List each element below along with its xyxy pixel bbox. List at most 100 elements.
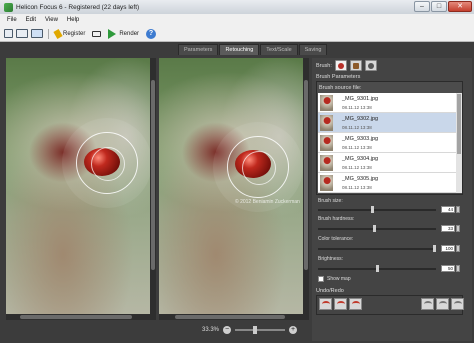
scroll-thumb[interactable] xyxy=(457,94,461,154)
file-item-selected[interactable]: _MG_9302.jpg 08.11.12 13:38 xyxy=(318,113,456,133)
undo-step-button[interactable] xyxy=(334,298,347,310)
zoom-level: 33.3% xyxy=(202,327,220,333)
split-view-icon[interactable] xyxy=(31,29,43,38)
color-tolerance-spinner[interactable] xyxy=(456,245,460,252)
file-list-scrollbar[interactable] xyxy=(456,93,462,193)
file-thumbnail xyxy=(320,175,333,191)
result-vertical-scrollbar[interactable] xyxy=(303,58,309,320)
scroll-thumb[interactable] xyxy=(151,80,155,270)
zoom-out-button[interactable]: − xyxy=(223,326,232,334)
brush-hardness-knob[interactable] xyxy=(373,225,377,232)
file-name: _MG_9301.jpg xyxy=(342,96,379,102)
window-title: Helicon Focus 6 - Registered (22 days le… xyxy=(16,3,140,11)
brush-cursor-right xyxy=(227,136,289,198)
file-item[interactable]: _MG_9303.jpg 08.11.12 13:38 xyxy=(318,133,456,153)
zoom-slider[interactable] xyxy=(235,326,286,334)
brightness-label: Brightness: xyxy=(318,256,344,262)
file-name: _MG_9305.jpg xyxy=(342,176,379,182)
clone-brush-icon xyxy=(337,63,344,69)
register-label: Register xyxy=(63,30,86,37)
brush-size-label: Brush size: xyxy=(318,198,343,204)
paint-brush-button[interactable] xyxy=(349,60,362,71)
register-button[interactable]: Register xyxy=(53,28,86,39)
show-map-checkbox[interactable]: Show map xyxy=(318,276,351,282)
brush-source-title: Brush source file: xyxy=(319,85,362,91)
checkbox-box[interactable] xyxy=(318,276,324,282)
result-image xyxy=(159,58,309,320)
app-icon xyxy=(4,2,13,12)
file-date: 08.11.12 13:38 xyxy=(342,105,372,110)
brush-size-knob[interactable] xyxy=(370,206,374,213)
tab-retouching[interactable]: Retouching xyxy=(219,44,260,55)
file-name: _MG_9303.jpg xyxy=(342,136,379,142)
brush-size-spinner[interactable] xyxy=(456,206,460,213)
color-tolerance-slider[interactable] xyxy=(318,245,436,252)
toolbar: Register Render ? xyxy=(0,26,474,42)
brush-row: Brush: xyxy=(316,60,377,71)
brush-hardness-spinner[interactable] xyxy=(456,225,460,232)
maximize-button[interactable]: □ xyxy=(431,1,447,12)
eraser-brush-button[interactable] xyxy=(364,60,377,71)
file-item[interactable]: _MG_9301.jpg 08.11.12 13:38 xyxy=(318,93,456,113)
zoom-controls: 33.3% − + xyxy=(202,326,298,334)
brush-hardness-input[interactable]: 33 xyxy=(441,225,455,232)
file-thumbnail xyxy=(320,115,333,131)
tab-text-scale[interactable]: Text/Scale xyxy=(260,44,298,55)
brightness-input[interactable]: 50 xyxy=(441,265,455,272)
scroll-thumb[interactable] xyxy=(175,315,285,319)
menu-edit[interactable]: Edit xyxy=(26,17,36,23)
redo-icon xyxy=(424,301,432,307)
menu-help[interactable]: Help xyxy=(67,17,79,23)
open-file-icon[interactable] xyxy=(4,29,13,38)
file-item[interactable]: _MG_9304.jpg 08.11.12 13:38 xyxy=(318,153,456,173)
result-image-viewer[interactable]: © 2012 Beniamin Zuckerman xyxy=(159,58,309,320)
render-button[interactable]: Render xyxy=(108,28,139,39)
redo-button[interactable] xyxy=(421,298,434,310)
brightness-slider[interactable] xyxy=(318,265,436,272)
redo-step-icon xyxy=(439,301,447,307)
zoom-slider-knob[interactable] xyxy=(253,326,258,334)
menu-view[interactable]: View xyxy=(45,17,58,23)
file-date: 08.11.12 13:38 xyxy=(342,145,372,150)
brush-size-slider[interactable] xyxy=(318,206,436,213)
redo-all-button[interactable] xyxy=(451,298,464,310)
scroll-thumb[interactable] xyxy=(20,315,132,319)
layout-icon[interactable] xyxy=(16,29,28,38)
tab-saving[interactable]: Saving xyxy=(298,44,328,55)
color-tolerance-input[interactable]: 100 xyxy=(441,245,455,252)
file-name: _MG_9304.jpg xyxy=(342,156,379,162)
brush-label: Brush: xyxy=(316,62,332,69)
play-icon xyxy=(108,28,117,39)
brush-hardness-slider[interactable] xyxy=(318,225,436,232)
clone-brush-button[interactable] xyxy=(334,60,347,71)
minimize-button[interactable]: – xyxy=(414,1,430,12)
close-button[interactable]: ✕ xyxy=(448,1,472,12)
tab-parameters[interactable]: Parameters xyxy=(178,44,219,55)
source-image-viewer[interactable] xyxy=(6,58,156,320)
brightness-spinner[interactable] xyxy=(456,265,460,272)
brightness-knob[interactable] xyxy=(375,265,379,272)
tools-button[interactable] xyxy=(92,30,102,37)
show-map-label: Show map xyxy=(327,276,351,282)
redo-step-button[interactable] xyxy=(436,298,449,310)
redo-all-icon xyxy=(454,301,462,307)
result-horizontal-scrollbar[interactable] xyxy=(159,314,309,320)
scroll-thumb[interactable] xyxy=(304,80,308,270)
toolbar-separator xyxy=(48,28,49,39)
zoom-in-button[interactable]: + xyxy=(289,326,298,334)
brush-size-input[interactable]: 44 xyxy=(441,206,455,213)
undo-all-icon xyxy=(322,301,330,307)
source-vertical-scrollbar[interactable] xyxy=(150,58,156,320)
file-date: 08.11.12 13:38 xyxy=(342,165,372,170)
help-icon[interactable]: ? xyxy=(146,28,157,39)
eraser-icon xyxy=(367,63,374,69)
undo-button[interactable] xyxy=(349,298,362,310)
file-date: 08.11.12 13:38 xyxy=(342,125,372,130)
source-horizontal-scrollbar[interactable] xyxy=(6,314,156,320)
color-tolerance-knob[interactable] xyxy=(433,245,436,252)
source-file-list[interactable]: _MG_9301.jpg 08.11.12 13:38 _MG_9302.jpg… xyxy=(318,93,456,193)
watermark: © 2012 Beniamin Zuckerman xyxy=(235,199,300,205)
undo-all-button[interactable] xyxy=(319,298,332,310)
menu-file[interactable]: File xyxy=(7,17,17,23)
file-item[interactable]: _MG_9305.jpg 08.11.12 13:38 xyxy=(318,173,456,193)
